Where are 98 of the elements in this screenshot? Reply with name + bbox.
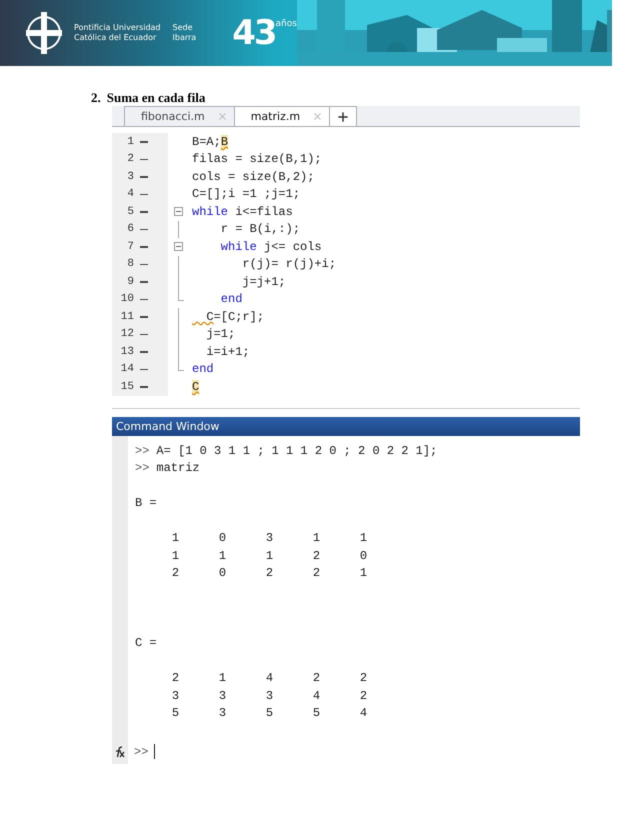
matrix-value: 3 (218, 688, 228, 703)
breakpoint-dash (140, 351, 148, 352)
code-line: i=i+1; (205, 344, 250, 359)
code-line: B=A;B (192, 134, 228, 149)
institution-name: Pontificia Universidad Católica del Ecuador (74, 23, 161, 43)
breakpoint-dash (140, 211, 148, 212)
code-line: r = B(i,:); (220, 222, 300, 236)
breakpoint-dash (140, 316, 148, 318)
code-line: while i<=filas (192, 204, 293, 219)
section-heading: Suma en cada fila (106, 90, 206, 106)
matrix-value: 4 (312, 688, 322, 703)
breakpoint-dash (140, 368, 148, 370)
breakpoint-dash (140, 281, 148, 282)
command-text: A= [1 0 3 1 1 ; 1 1 1 2 0 ; 2 0 2 2 1]; (156, 444, 438, 458)
matrix-value: 1 (358, 531, 368, 546)
matrix-value: 3 (218, 706, 228, 720)
code-line: filas = size(B,1); (192, 152, 322, 166)
matrix-value: 2 (358, 671, 368, 686)
matrix-value: 5 (170, 706, 180, 720)
line-number: 14 (120, 363, 134, 376)
matrix-value: 1 (312, 531, 322, 546)
matrix-value: 3 (170, 688, 180, 703)
fold-icon[interactable] (174, 242, 183, 251)
matrix-value: 5 (264, 706, 274, 720)
breakpoint-dash (140, 298, 148, 300)
matrix-value: 1 (170, 531, 180, 546)
breakpoint-dash (140, 141, 148, 142)
output-text: B = (135, 496, 157, 510)
new-tab-button[interactable] (329, 106, 358, 126)
matrix-value: 1 (218, 548, 228, 563)
fold-end-mark (178, 360, 184, 370)
code-line: end (220, 292, 242, 306)
breakpoint-dash (140, 158, 148, 160)
panel-title: Command Window (112, 417, 580, 436)
line-number: 7 (126, 240, 134, 253)
code-line: j=1; (205, 327, 236, 342)
breakpoint-dash (140, 386, 148, 388)
output-text: C = (135, 636, 157, 650)
breakpoint-dash (140, 264, 148, 265)
fold-guide-line (178, 220, 179, 238)
line-number: 15 (120, 380, 134, 393)
matrix-value: 0 (218, 566, 228, 580)
code-line: C=[C;r]; (205, 310, 264, 324)
line-number: 3 (126, 170, 134, 183)
code-line: while j<= cols (220, 240, 322, 254)
fold-end-mark (178, 290, 184, 300)
function-icon[interactable] (112, 740, 128, 764)
matrix-value: 2 (170, 671, 180, 686)
command-text: matriz (156, 461, 200, 476)
line-number: 1 (126, 136, 134, 148)
code-line: j=j+1; (241, 274, 286, 289)
matrix-value: 2 (312, 548, 322, 563)
line-number: 6 (126, 223, 134, 236)
matrix-value: 4 (358, 706, 368, 720)
breakpoint-dash (140, 194, 148, 195)
code-line: r(j)= r(j)+i; (241, 257, 336, 272)
matrix-value: 4 (264, 671, 274, 686)
prompt: >> (135, 461, 150, 476)
line-number: 12 (120, 328, 134, 340)
line-number: 11 (120, 310, 134, 323)
line-number: 8 (126, 258, 134, 270)
file-tab[interactable]: fibonacci.m (124, 106, 235, 126)
matrix-value: 3 (264, 531, 274, 546)
line-number: 13 (120, 346, 134, 358)
file-tab[interactable]: matriz.m (234, 106, 330, 126)
code-line: cols = size(B,2); (192, 170, 314, 184)
plus-icon[interactable] (336, 110, 350, 124)
text-cursor (154, 744, 156, 759)
matrix-value: 2 (312, 671, 322, 686)
cross-logo-icon (24, 10, 64, 56)
breakpoint-dash (140, 246, 148, 248)
matrix-value: 0 (218, 531, 228, 546)
breakpoint-dash (140, 228, 148, 230)
matrix-value: 3 (264, 688, 274, 703)
code-line: end (192, 362, 214, 376)
line-number: 10 (120, 293, 134, 306)
line-number: 5 (126, 206, 134, 218)
prompt: >> (135, 444, 150, 458)
line-number: 2 (126, 153, 134, 166)
matrix-value: 0 (358, 548, 368, 563)
matrix-value: 1 (218, 671, 228, 686)
matrix-value: 2 (358, 688, 368, 703)
prompt: >> (134, 744, 148, 758)
breakpoint-dash (140, 334, 148, 335)
line-number: 4 (126, 188, 134, 200)
code-line: C=[];i =1 ;j=1; (192, 187, 300, 202)
matrix-value: 2 (264, 566, 274, 580)
matrix-value: 1 (358, 566, 368, 580)
fold-icon[interactable] (174, 207, 183, 216)
matrix-value: 1 (264, 548, 274, 563)
breakpoint-dash (140, 176, 148, 178)
matrix-value: 1 (170, 548, 180, 563)
line-number: 9 (126, 276, 134, 288)
matrix-value: 2 (312, 566, 322, 580)
list-number: 2. (91, 90, 101, 106)
matrix-value: 2 (170, 566, 180, 580)
matrix-value: 5 (312, 706, 322, 720)
campus-name: Sede Ibarra (172, 23, 196, 43)
